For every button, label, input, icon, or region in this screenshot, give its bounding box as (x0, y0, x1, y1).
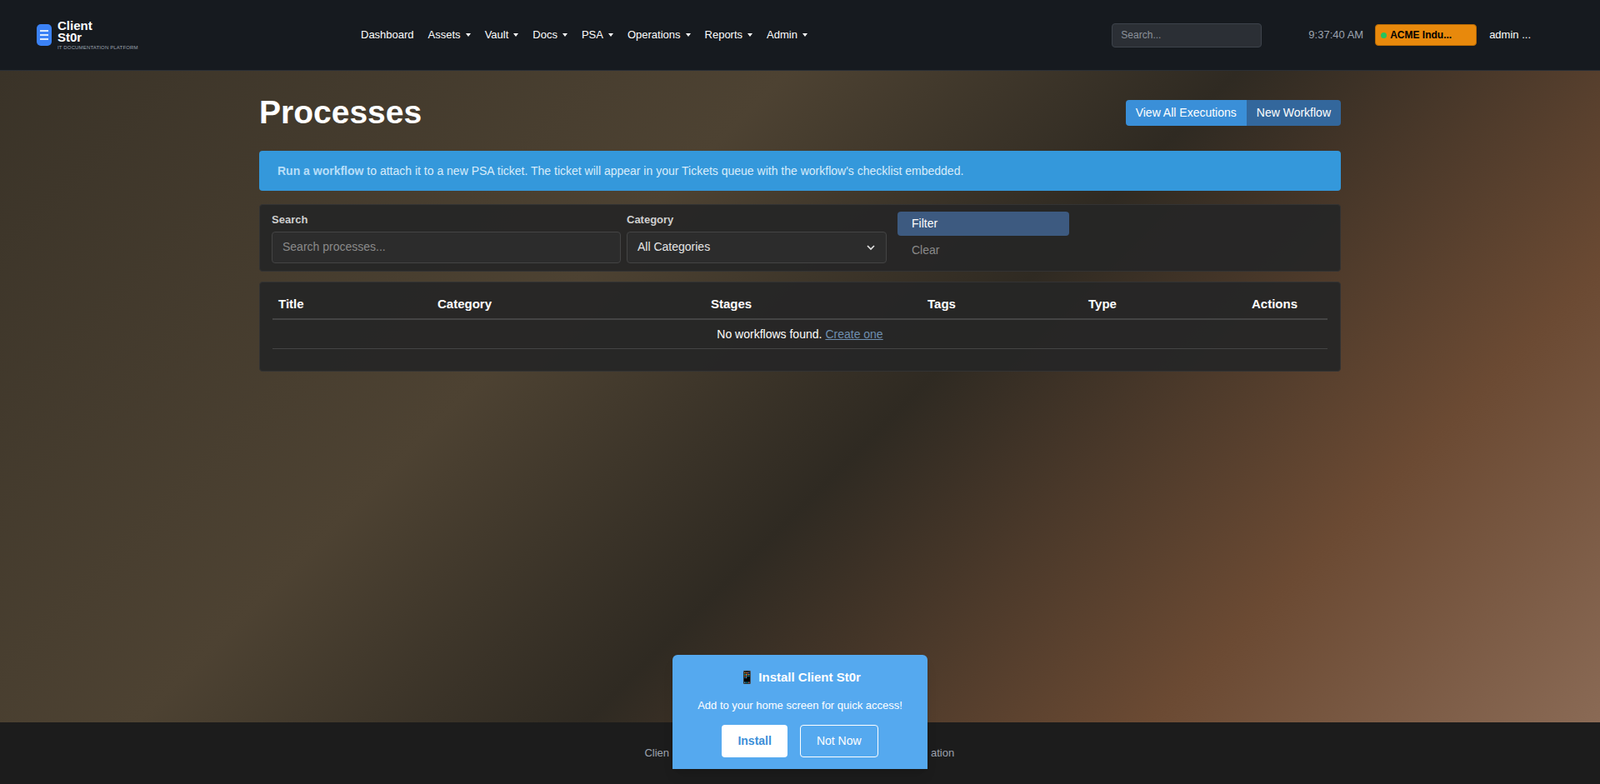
clock: 9:37:40 AM (1308, 26, 1364, 44)
empty-row: No workflows found.Create one (272, 320, 1328, 350)
filter-button[interactable]: Filter (897, 211, 1070, 236)
chevron-down-icon (865, 242, 876, 253)
nav-item[interactable]: Dashboard (360, 26, 415, 44)
run-workflow-link[interactable]: Run a workflow (277, 164, 364, 178)
caret-icon (465, 33, 471, 37)
info-alert: Run a workflow to attach it to a new PSA… (259, 150, 1341, 191)
header-button[interactable]: View All Executions (1125, 100, 1247, 126)
column-header[interactable]: Stages (705, 295, 922, 315)
column-header[interactable]: Title (272, 295, 432, 315)
column-header[interactable]: Category (431, 295, 705, 315)
logo-icon (35, 23, 53, 47)
app: ClientSt0rIT DOCUMENTATION PLATFORMDashb… (0, 0, 1600, 784)
top-nav: ClientSt0rIT DOCUMENTATION PLATFORMDashb… (0, 0, 1600, 71)
logo[interactable]: ClientSt0rIT DOCUMENTATION PLATFORM (35, 20, 361, 50)
column-header[interactable]: Actions (1245, 295, 1328, 315)
table-header: TitleCategoryStagesTagsTypeActions (272, 290, 1328, 320)
global-search[interactable]: Search... (1111, 23, 1262, 48)
create-link[interactable]: Create one (825, 325, 883, 344)
popup-title: 📱 Install Client St0r (739, 668, 861, 688)
clear-button[interactable]: Clear (897, 235, 1070, 265)
column-header[interactable]: Type (1082, 295, 1246, 315)
user-menu[interactable]: admin ... (1489, 26, 1531, 44)
caret-icon (513, 33, 519, 37)
install-popup: 📱 Install Client St0rAdd to your home sc… (672, 655, 928, 770)
nav-item[interactable]: Operations (627, 26, 691, 44)
content-area: Processes View All ExecutionsNew Workflow… (0, 70, 1600, 723)
category-select[interactable]: All Categories (626, 231, 887, 264)
phone-icon: 📱 (739, 670, 755, 685)
nav-item[interactable]: PSA (581, 26, 614, 44)
org-switcher[interactable]: ACME Indu... (1375, 24, 1477, 46)
search-input[interactable]: Search processes... (271, 231, 621, 264)
popup-button[interactable]: Install (721, 725, 787, 758)
page-title: Processes (259, 88, 422, 138)
caret-icon (802, 33, 808, 37)
caret-icon (562, 33, 568, 37)
nav-item[interactable]: Docs (532, 26, 568, 44)
nav-item[interactable]: Admin (766, 26, 808, 44)
column-header[interactable]: Tags (921, 295, 1083, 315)
filter-panel: SearchSearch processes...CategoryAll Cat… (259, 204, 1341, 272)
header-button[interactable]: New Workflow (1246, 100, 1341, 126)
caret-icon (747, 33, 753, 37)
caret-icon (685, 33, 691, 37)
nav-item[interactable]: Vault (485, 26, 520, 44)
popup-button[interactable]: Not Now (800, 725, 879, 758)
nav-item[interactable]: Assets (428, 26, 471, 44)
status-dot (1380, 32, 1387, 39)
workflow-table: TitleCategoryStagesTagsTypeActionsNo wor… (259, 281, 1341, 372)
caret-icon (608, 33, 614, 37)
main-menu: Dashboard Assets Vault Docs PSA Operations Rep… (360, 26, 808, 44)
nav-item[interactable]: Reports (705, 26, 754, 44)
